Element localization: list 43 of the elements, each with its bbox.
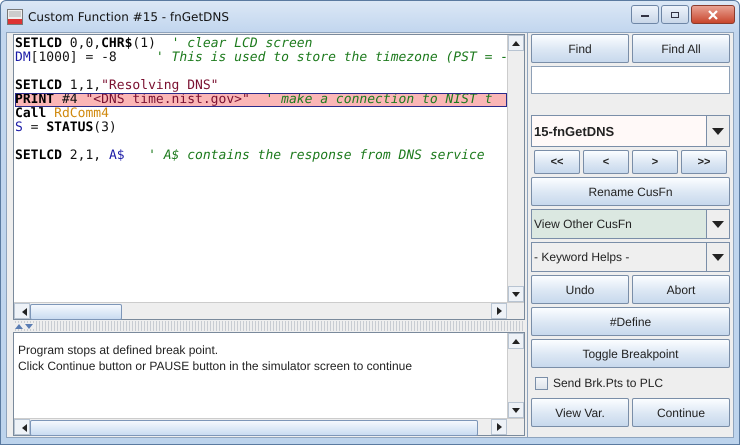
button[interactable]: Continue [632,398,730,427]
button[interactable]: Undo [531,275,629,304]
search-field[interactable] [531,66,730,94]
app-icon [7,8,23,24]
button[interactable]: >> [681,150,727,174]
caret-icon [712,220,724,228]
caret-icon [712,254,724,260]
code-editor[interactable] [13,34,525,320]
caret-icon [712,128,724,134]
dropdown[interactable]: View Other CusFn [531,209,730,239]
checkbox[interactable] [535,376,548,390]
collapse-arrows-icon[interactable] [13,323,35,329]
code-line: S = STATUS(3) [15,121,118,135]
vertical-scrollbar[interactable] [507,333,524,418]
close-button[interactable] [691,5,735,24]
button[interactable]: > [632,150,678,174]
dropdown[interactable]: - Keyword Helps - [531,242,730,272]
code-line: SETLCD 0,0,CHR$(1) ' clear LCD screen [15,37,314,51]
code-line: SETLCD 2,1, A$ ' A$ contains the response from DNS service [15,149,486,163]
button[interactable]: << [534,150,580,174]
maximize-icon [670,10,680,18]
dropdown[interactable]: 15-fnGetDNS [531,115,730,147]
button[interactable]: < [583,150,629,174]
minimize-button[interactable] [631,5,659,24]
maximize-button[interactable] [661,5,689,24]
vertical-scrollbar[interactable] [507,35,524,302]
button[interactable]: Abort [632,275,730,304]
checkbox-label: Send Brk.Pts to PLC [553,376,664,390]
code-line: SETLCD 1,1,"Resolving DNS" [15,79,220,93]
close-icon [707,10,719,20]
code-line: DM[1000] = -8 ' This is used to store the timezone (PST = - [15,51,507,65]
button[interactable]: View Var. [531,398,629,427]
code-line: Call RdComm4 [15,107,110,121]
output-text: Click Continue button or PAUSE button in the simulator screen to continue [18,358,413,374]
button[interactable]: #Define [531,307,730,336]
horizontal-scrollbar[interactable] [14,418,524,435]
horizontal-scrollbar[interactable] [14,302,524,319]
button[interactable]: Rename CusFn [531,177,730,206]
window-title: Custom Function #15 - fnGetDNS [28,10,230,24]
output-text: Program stops at defined break point. [18,342,220,358]
button[interactable]: Toggle Breakpoint [531,339,730,368]
button[interactable]: Find [531,34,629,63]
button[interactable]: Find All [632,34,730,63]
